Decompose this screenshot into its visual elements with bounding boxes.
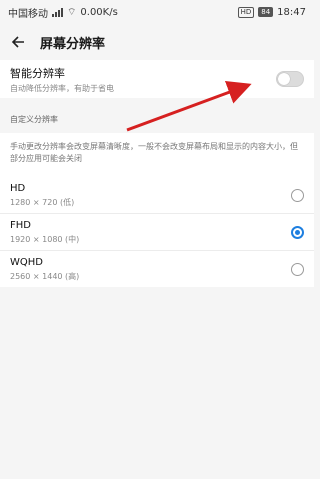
network-speed: 0.00K/s bbox=[80, 6, 118, 18]
option-hd[interactable]: HD 1280 × 720 (低) bbox=[0, 177, 314, 214]
option-name: HD bbox=[10, 182, 26, 194]
page-title: 屏幕分辨率 bbox=[40, 36, 106, 52]
option-name: WQHD bbox=[10, 256, 43, 268]
toggle-knob bbox=[278, 73, 290, 85]
custom-resolution-card: 手动更改分辨率会改变屏幕清晰度，一般不会改变屏幕布局和显示的内容大小，但部分应用… bbox=[0, 133, 314, 287]
option-resolution: 1280 × 720 (低) bbox=[10, 197, 75, 207]
option-fhd-text: FHD 1920 × 1080 (中) bbox=[10, 220, 79, 245]
smart-resolution-title: 智能分辨率 bbox=[10, 66, 65, 80]
option-wqhd-text: WQHD 2560 × 1440 (高) bbox=[10, 257, 79, 282]
option-resolution: 1920 × 1080 (中) bbox=[10, 234, 80, 244]
radio-wqhd[interactable] bbox=[291, 262, 304, 276]
battery-icon: 84 bbox=[258, 7, 274, 17]
radio-hd[interactable] bbox=[291, 188, 304, 202]
custom-resolution-description: 手动更改分辨率会改变屏幕清晰度，一般不会改变屏幕布局和显示的内容大小，但部分应用… bbox=[10, 142, 298, 163]
title-bar: 屏幕分辨率 bbox=[0, 24, 314, 60]
smart-resolution-toggle[interactable] bbox=[276, 71, 304, 87]
smart-resolution-row[interactable]: 智能分辨率 自动降低分辨率，有助于省电 bbox=[0, 60, 314, 98]
custom-resolution-header: 自定义分辨率 bbox=[10, 115, 58, 124]
smart-resolution-text: 智能分辨率 自动降低分辨率，有助于省电 bbox=[10, 65, 114, 94]
radio-fhd[interactable] bbox=[291, 225, 304, 239]
option-resolution: 2560 × 1440 (高) bbox=[10, 271, 80, 281]
status-bar: 中国移动 ⌔ 0.00K/s HD 84 18:47 bbox=[0, 0, 314, 24]
back-arrow-icon[interactable] bbox=[8, 32, 28, 52]
clock: 18:47 bbox=[277, 6, 306, 18]
hd-badge: HD bbox=[237, 6, 255, 18]
wifi-icon: ⌔ bbox=[67, 6, 77, 18]
status-left: 中国移动 ⌔ 0.00K/s bbox=[8, 5, 118, 20]
smart-resolution-subtitle: 自动降低分辨率，有助于省电 bbox=[10, 83, 114, 93]
signal-icon bbox=[52, 7, 63, 17]
option-wqhd[interactable]: WQHD 2560 × 1440 (高) bbox=[0, 251, 314, 287]
carrier-label: 中国移动 bbox=[8, 8, 48, 20]
status-right: HD 84 18:47 bbox=[237, 6, 306, 18]
option-fhd[interactable]: FHD 1920 × 1080 (中) bbox=[0, 214, 314, 251]
option-name: FHD bbox=[10, 219, 31, 231]
smart-resolution-card: 智能分辨率 自动降低分辨率，有助于省电 bbox=[0, 60, 314, 98]
option-hd-text: HD 1280 × 720 (低) bbox=[10, 183, 74, 208]
